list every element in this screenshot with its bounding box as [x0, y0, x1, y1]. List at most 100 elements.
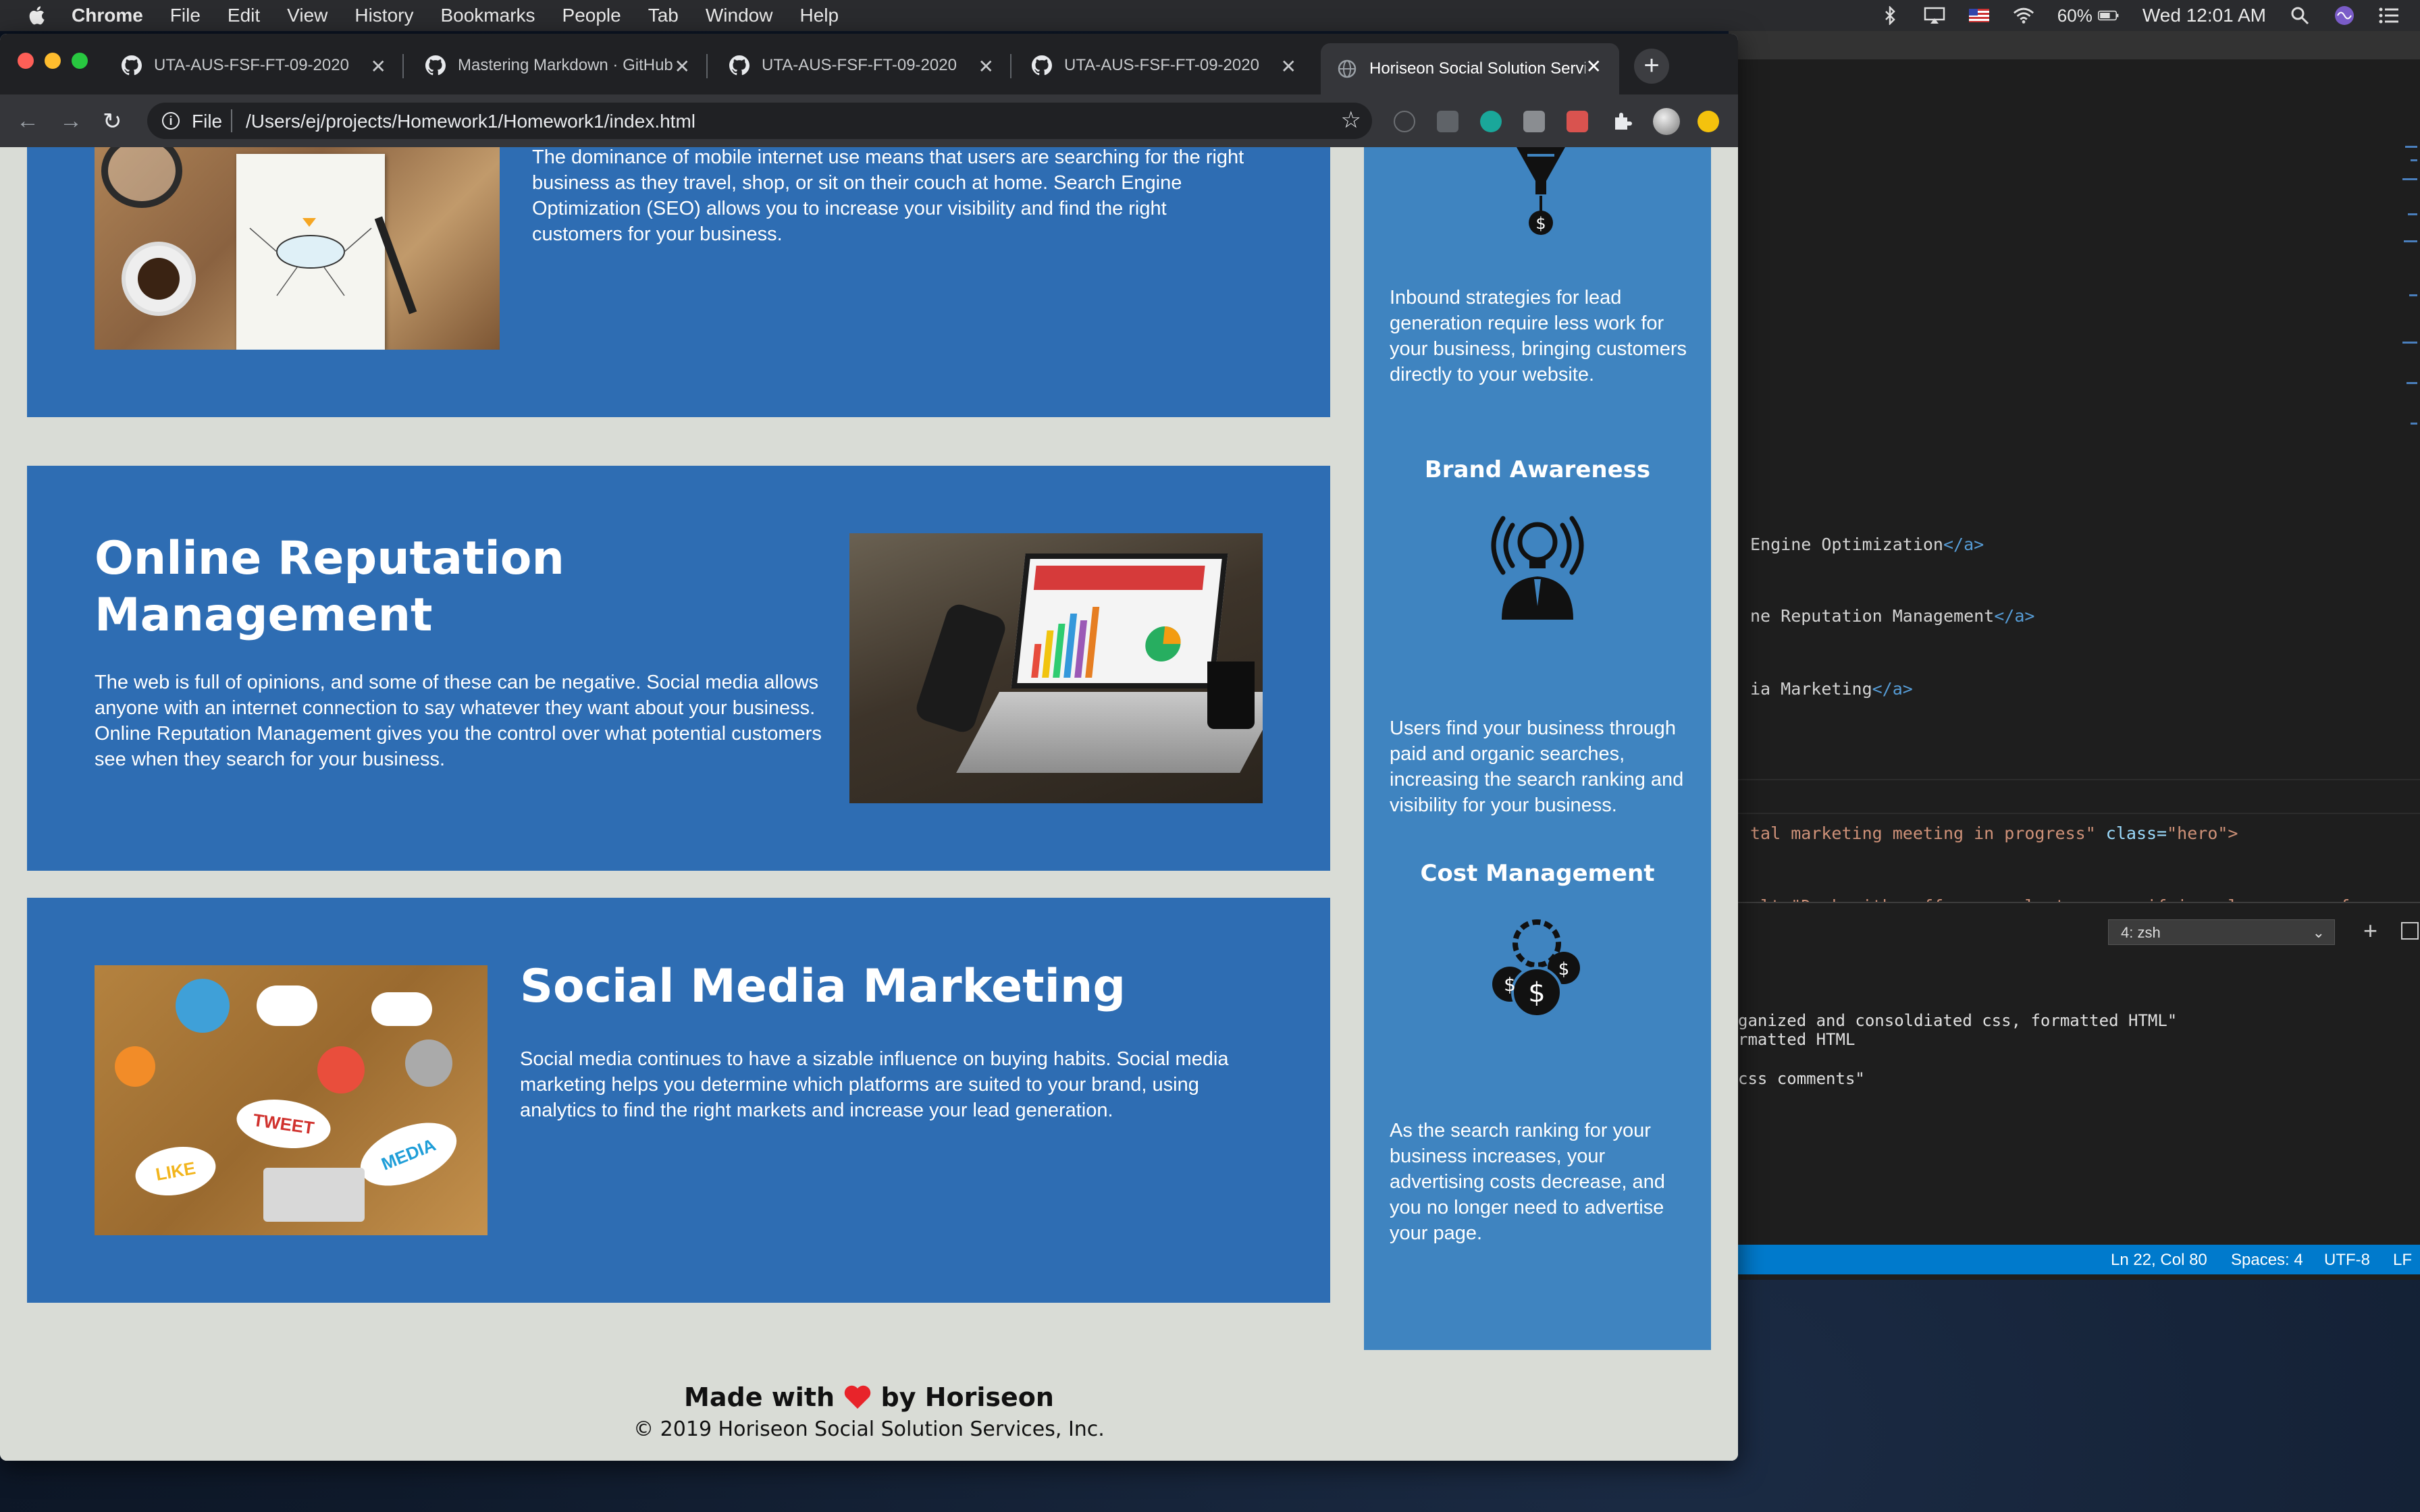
bar-graph-icon: [1031, 607, 1181, 678]
tab-separator: [1010, 54, 1011, 78]
tab-separator: [706, 54, 708, 78]
notification-center-icon[interactable]: [2378, 6, 2400, 25]
profile-avatar[interactable]: [1653, 108, 1680, 135]
siri-icon[interactable]: [2334, 6, 2355, 25]
menu-window[interactable]: Window: [706, 5, 773, 26]
reputation-section: Online Reputation Management The web is …: [27, 466, 1330, 871]
benefits-sidebar: $ Inbound strategies for lead generation…: [1364, 147, 1711, 1350]
tab-active[interactable]: Horiseon Social Solution Services ✕: [1321, 43, 1619, 94]
battery-icon[interactable]: [2097, 6, 2120, 25]
editor-current-line-highlight: [1729, 779, 2420, 814]
close-tab-icon[interactable]: ✕: [371, 55, 386, 78]
address-bar[interactable]: i File /Users/ej/projects/Homework1/Home…: [147, 103, 1372, 139]
terminal-select[interactable]: 4: zsh ⌄: [2108, 919, 2335, 945]
editor-status-bar: Ln 22, Col 80 Spaces: 4 UTF-8 LF: [1729, 1245, 2420, 1274]
seo-desk-image: [95, 147, 500, 350]
wifi-icon[interactable]: [2013, 6, 2034, 25]
mac-menubar: Chrome File Edit View History Bookmarks …: [0, 0, 2420, 31]
lead-generation-text: Inbound strategies for lead generation r…: [1390, 287, 1687, 385]
close-tab-icon[interactable]: ✕: [675, 55, 690, 78]
lead-generation-funnel-icon: $: [1514, 147, 1568, 259]
globe-icon: [1338, 59, 1357, 78]
page-viewport[interactable]: The dominance of mobile internet use mea…: [0, 147, 1738, 1461]
minimize-window-button[interactable]: [45, 53, 61, 69]
new-terminal-icon[interactable]: +: [2363, 917, 2377, 945]
close-window-button[interactable]: [18, 53, 34, 69]
menu-tab[interactable]: Tab: [648, 5, 679, 26]
extension-nx-icon[interactable]: [1437, 111, 1458, 132]
coffee-cup-shape: [122, 242, 196, 316]
address-url[interactable]: /Users/ej/projects/Homework1/Homework1/i…: [246, 111, 695, 132]
editor-code-area[interactable]: Engine Optimization</a> ne Reputation Ma…: [1729, 139, 2420, 916]
github-icon: [729, 55, 749, 76]
social-media-image: TWEET LIKE MEDIA: [95, 965, 488, 1235]
tab-title: Mastering Markdown · GitHub: [458, 56, 673, 74]
bluetooth-icon[interactable]: [1879, 6, 1901, 25]
chrome-window: UTA-AUS-FSF-FT-09-2020 ✕ Mastering Markd…: [0, 34, 1738, 1461]
extension-a-icon[interactable]: [1523, 111, 1545, 132]
github-icon: [122, 55, 142, 76]
close-tab-icon[interactable]: ✕: [1586, 55, 1602, 78]
new-tab-button[interactable]: +: [1634, 49, 1669, 84]
footer-copyright: © 2019 Horiseon Social Solution Services…: [633, 1418, 1105, 1441]
heart-icon: [845, 1385, 871, 1409]
social-media-heading: Social Media Marketing: [520, 960, 1126, 1013]
social-media-description: Social media continues to have a sizable…: [520, 1048, 1229, 1121]
menu-history[interactable]: History: [354, 5, 413, 26]
tab[interactable]: UTA-AUS-FSF-FT-09-2020 ✕: [105, 43, 404, 88]
extension-recycle-icon[interactable]: [1394, 111, 1415, 132]
cup-shape: [1207, 662, 1255, 729]
tab[interactable]: UTA-AUS-FSF-FT-09-2020 ✕: [1016, 43, 1314, 88]
site-info-icon[interactable]: i: [162, 112, 180, 130]
extension-yellow-icon[interactable]: [1698, 111, 1719, 132]
battery-percent[interactable]: 60%: [2057, 5, 2093, 26]
brand-awareness-text: Users find your business through paid an…: [1390, 718, 1684, 816]
terminal-panel[interactable]: 4: zsh ⌄ + ganized and consoldiated css, …: [1729, 902, 2420, 1280]
line-ending[interactable]: LF: [2393, 1251, 2412, 1270]
social-media-section: TWEET LIKE MEDIA Social Media Marketing …: [27, 898, 1330, 1303]
forward-arrow-icon[interactable]: →: [59, 108, 82, 134]
close-tab-icon[interactable]: ✕: [978, 55, 994, 78]
notebook-shape: [236, 154, 385, 350]
close-tab-icon[interactable]: ✕: [1281, 55, 1296, 78]
tab[interactable]: Mastering Markdown · GitHub ✕: [409, 43, 708, 88]
airplay-icon[interactable]: [1924, 6, 1945, 25]
terminal-line: css comments": [1738, 1069, 1865, 1088]
menu-help[interactable]: Help: [799, 5, 839, 26]
menu-people[interactable]: People: [562, 5, 621, 26]
menu-view[interactable]: View: [287, 5, 327, 26]
editor-titlebar: [1729, 31, 2420, 59]
menu-file[interactable]: File: [170, 5, 201, 26]
svg-text:$: $: [1535, 214, 1546, 233]
chevron-down-icon: ⌄: [2312, 924, 2325, 941]
tab[interactable]: UTA-AUS-FSF-FT-09-2020 ✕: [713, 43, 1011, 88]
menubar-status-area: 60% Wed 12:01 AM: [1879, 0, 2400, 31]
svg-text:$: $: [1558, 959, 1570, 979]
split-terminal-icon[interactable]: [2401, 922, 2419, 940]
code-line: Engine Optimization</a>: [1750, 535, 1984, 554]
spotlight-search-icon[interactable]: [2289, 6, 2311, 25]
menu-app-name[interactable]: Chrome: [72, 5, 143, 26]
code-line: ne Reputation Management</a>: [1750, 606, 2035, 626]
menubar-clock[interactable]: Wed 12:01 AM: [2142, 5, 2266, 26]
browser-toolbar: ← → ↻ i File /Users/ej/projects/Homework…: [0, 94, 1738, 147]
cursor-position[interactable]: Ln 22, Col 80: [2111, 1251, 2207, 1270]
zoom-window-button[interactable]: [72, 53, 88, 69]
extension-red-icon[interactable]: [1567, 111, 1588, 132]
reload-icon[interactable]: ↻: [103, 108, 122, 135]
extensions-puzzle-icon[interactable]: [1611, 111, 1633, 132]
address-scheme-label: File: [192, 111, 223, 132]
reputation-description: The web is full of opinions, and some of…: [95, 672, 822, 770]
back-arrow-icon[interactable]: ←: [16, 108, 39, 134]
file-encoding[interactable]: UTF-8: [2324, 1251, 2370, 1270]
indent-setting[interactable]: Spaces: 4: [2231, 1251, 2303, 1270]
seo-description: The dominance of mobile internet use mea…: [532, 147, 1244, 245]
extension-m-icon[interactable]: [1480, 111, 1502, 132]
apple-icon[interactable]: [27, 5, 49, 26]
menu-edit[interactable]: Edit: [228, 5, 260, 26]
bookmark-star-icon[interactable]: ☆: [1341, 107, 1361, 134]
us-flag-icon[interactable]: [1968, 6, 1990, 25]
code-line: tal marketing meeting in progress" class…: [1750, 824, 2238, 843]
reputation-heading: Online Reputation Management: [95, 532, 564, 642]
menu-bookmarks[interactable]: Bookmarks: [440, 5, 535, 26]
